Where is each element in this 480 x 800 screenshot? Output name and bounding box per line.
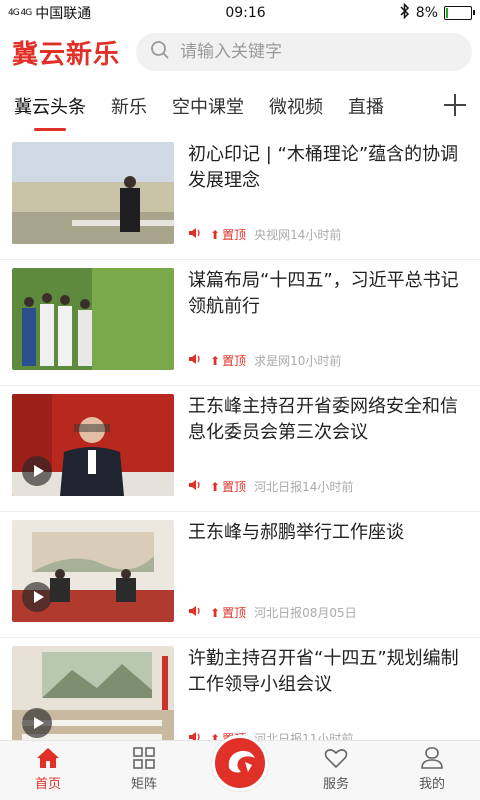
clock: 09:16 xyxy=(225,5,266,21)
battery-percent: 8% xyxy=(415,5,438,21)
pinned-badge: ⬆置顶 xyxy=(210,227,247,243)
news-source-time: 河北日报14小时前 xyxy=(254,480,354,494)
news-meta: ⬆ 置顶 央视网14小时前 xyxy=(188,226,468,243)
tab-live[interactable]: 直播 xyxy=(348,78,384,134)
tab-xinle[interactable]: 新乐 xyxy=(111,78,147,134)
news-source-time: 河北日报11小时前 xyxy=(254,732,354,740)
tab-jiyun-headlines[interactable]: 冀云头条 xyxy=(14,78,86,134)
header: 冀云新乐 xyxy=(0,26,480,78)
nav-label: 服务 xyxy=(322,777,349,792)
bottom-nav: 首页 矩阵 服务 我的 xyxy=(0,735,480,800)
speaker-icon[interactable] xyxy=(188,353,202,368)
news-title[interactable]: 王东峰与郝鹏举行工作座谈 xyxy=(188,520,468,546)
nav-label: 首页 xyxy=(34,777,61,792)
search-input[interactable] xyxy=(180,42,458,62)
news-title[interactable]: 初心印记 | “木桶理论”蕴含的协调发展理念 xyxy=(188,142,468,194)
nav-label: 我的 xyxy=(418,777,445,792)
news-item[interactable]: 谋篇布局“十四五”，习近平总书记领航前行 ⬆ 置顶 求是网10小时前 xyxy=(0,260,480,386)
tab-air-classroom[interactable]: 空中课堂 xyxy=(172,78,244,134)
news-item[interactable]: 初心印记 | “木桶理论”蕴含的协调发展理念 ⬆ 置顶 央视网14小时前 xyxy=(0,134,480,260)
home-icon xyxy=(37,748,59,768)
app-logo: 冀云新乐 xyxy=(12,39,121,70)
play-icon[interactable] xyxy=(22,582,52,612)
speaker-icon[interactable] xyxy=(188,479,202,494)
carrier-label: 中国联通 xyxy=(35,6,92,22)
pin-up-icon: ⬆ xyxy=(210,353,221,368)
pin-up-icon: ⬆ xyxy=(210,479,221,494)
news-source-time: 求是网10小时前 xyxy=(254,354,342,368)
news-item[interactable]: 王东峰与郝鹏举行工作座谈 ⬆ 置顶 河北日报08月05日 xyxy=(0,512,480,638)
news-meta: ⬆ 置顶 河北日报08月05日 xyxy=(188,604,468,621)
news-title[interactable]: 谋篇布局“十四五”，习近平总书记领航前行 xyxy=(188,268,468,320)
center-action-button[interactable] xyxy=(212,735,268,791)
battery-icon xyxy=(444,6,475,20)
status-bar: 4G 4G 中国联通 09:16 8% xyxy=(0,0,480,26)
news-item[interactable]: 许勤主持召开省“十四五”规划编制工作领导小组会议 ⬆置顶 河北日报11小时前 xyxy=(0,638,480,740)
news-source-time: 央视网14小时前 xyxy=(254,228,342,242)
grid-icon xyxy=(133,747,155,769)
pinned-badge: ⬆置顶 xyxy=(210,479,247,495)
search-bar[interactable] xyxy=(136,33,472,71)
news-thumbnail xyxy=(12,646,174,740)
nav-label: 矩阵 xyxy=(130,777,157,792)
speaker-icon[interactable] xyxy=(188,731,202,740)
news-title[interactable]: 许勤主持召开省“十四五”规划编制工作领导小组会议 xyxy=(188,646,468,698)
signal-icon: 4G 4G xyxy=(8,7,32,18)
add-channel-icon[interactable] xyxy=(440,90,470,120)
news-thumbnail xyxy=(12,394,174,496)
tab-micro-video[interactable]: 微视频 xyxy=(269,78,323,134)
pin-up-icon: ⬆ xyxy=(210,227,221,242)
news-meta: ⬆ 置顶 河北日报14小时前 xyxy=(188,478,468,495)
speaker-icon[interactable] xyxy=(188,227,202,242)
news-title[interactable]: 王东峰主持召开省委网络安全和信息化委员会第三次会议 xyxy=(188,394,468,446)
jiyun-logo-icon xyxy=(228,750,255,773)
bluetooth-icon xyxy=(400,2,410,23)
nav-home[interactable]: 首页 xyxy=(0,741,96,800)
pin-up-icon: ⬆ xyxy=(210,605,221,620)
speaker-icon[interactable] xyxy=(188,605,202,620)
search-icon xyxy=(150,40,170,64)
nav-matrix[interactable]: 矩阵 xyxy=(96,741,192,800)
news-item[interactable]: 王东峰主持召开省委网络安全和信息化委员会第三次会议 ⬆ 置顶 河北日报14小时前 xyxy=(0,386,480,512)
news-source-time: 河北日报08月05日 xyxy=(254,606,357,620)
news-thumbnail xyxy=(12,520,174,622)
nav-service[interactable]: 服务 xyxy=(288,741,384,800)
channel-tabs: 冀云头条 新乐 空中课堂 微视频 直播 xyxy=(0,78,480,134)
play-icon[interactable] xyxy=(22,708,52,738)
news-meta: ⬆ 置顶 求是网10小时前 xyxy=(188,352,468,369)
pinned-badge: ⬆置顶 xyxy=(210,605,247,621)
nav-mine[interactable]: 我的 xyxy=(384,741,480,800)
news-thumbnail xyxy=(12,142,174,244)
pinned-badge: ⬆置顶 xyxy=(210,353,247,369)
user-icon xyxy=(421,747,443,769)
nav-center xyxy=(192,735,288,800)
heart-icon xyxy=(324,749,348,769)
news-thumbnail xyxy=(12,268,174,370)
news-feed: 初心印记 | “木桶理论”蕴含的协调发展理念 ⬆ 置顶 央视网14小时前 谋篇布局… xyxy=(0,134,480,740)
play-icon[interactable] xyxy=(22,456,52,486)
